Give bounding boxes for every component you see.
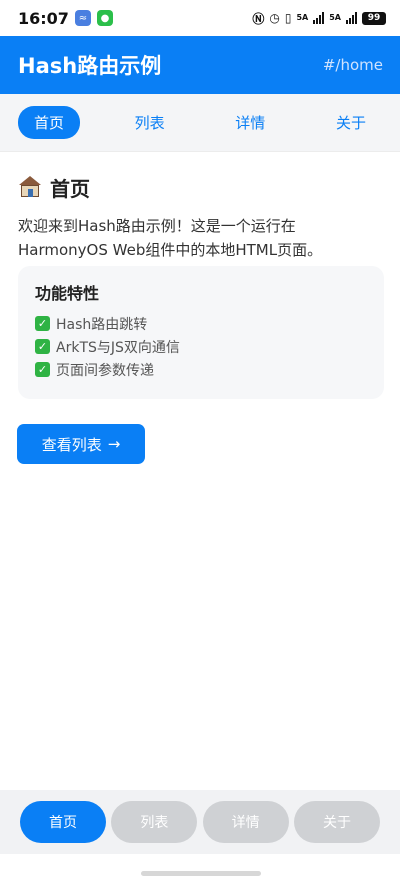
- intro-text: 欢迎来到Hash路由示例！这是一个运行在HarmonyOS Web组件中的本地H…: [18, 217, 323, 259]
- check-icon: ✓: [35, 316, 50, 331]
- status-left: 16:07 ≈ ●: [18, 9, 113, 28]
- bottom-tab-detail[interactable]: 详情: [202, 801, 289, 843]
- top-nav-detail[interactable]: 详情: [219, 106, 281, 139]
- page-title: 首页: [50, 176, 90, 201]
- feature-label: ArkTS与JS双向通信: [56, 339, 180, 356]
- top-nav-list[interactable]: 列表: [119, 106, 181, 139]
- status-bar: 16:07 ≈ ● Ⓝ ◷ ▯ 5A 5A 99: [0, 0, 400, 36]
- bottom-tab-home[interactable]: 首页: [20, 801, 106, 843]
- network-type-label: 5A: [329, 13, 341, 22]
- bottom-tab-list[interactable]: 列表: [111, 801, 198, 843]
- check-icon: ✓: [35, 339, 50, 354]
- alarm-icon: ◷: [269, 11, 280, 25]
- battery-icon: 99: [362, 11, 386, 25]
- vibrate-icon: ▯: [284, 11, 292, 25]
- signal-icon: [313, 12, 325, 24]
- list-item: ✓ ArkTS与JS双向通信: [35, 335, 367, 358]
- top-nav: 首页 列表 详情 关于: [0, 94, 400, 152]
- feature-card: 功能特性 ✓ Hash路由跳转 ✓ ArkTS与JS双向通信 ✓ 页面间参数传递: [18, 266, 384, 399]
- bottom-tab-bar: 首页 列表 详情 关于: [0, 790, 400, 854]
- signal-icon: [346, 12, 357, 24]
- view-list-label: 查看列表: [41, 435, 102, 454]
- house-icon: [18, 176, 42, 198]
- app-title: Hash路由示例: [18, 54, 162, 78]
- top-nav-about[interactable]: 关于: [320, 106, 382, 139]
- nfc-icon: Ⓝ: [252, 11, 265, 26]
- feature-label: 页面间参数传递: [56, 362, 154, 379]
- feature-title: 功能特性: [35, 284, 100, 303]
- current-route: #/home: [322, 56, 383, 74]
- list-item: ✓ Hash路由跳转: [35, 312, 367, 335]
- check-icon: ✓: [35, 362, 50, 377]
- app-notification-icon: ≈: [74, 10, 91, 26]
- status-right: Ⓝ ◷ ▯ 5A 5A 99: [252, 10, 386, 27]
- app-header: Hash路由示例 #/home: [0, 36, 400, 94]
- network-type-label: 5A: [296, 13, 309, 22]
- battery-level: 99: [367, 13, 381, 23]
- bottom-tab-about[interactable]: 关于: [293, 801, 380, 843]
- feature-label: Hash路由跳转: [56, 316, 148, 333]
- gesture-bar[interactable]: [141, 871, 261, 876]
- status-time: 16:07: [18, 8, 69, 28]
- main-content: 首页 欢迎来到Hash路由示例！这是一个运行在HarmonyOS Web组件中的…: [18, 172, 384, 399]
- view-list-button[interactable]: 查看列表 →: [17, 424, 145, 464]
- page-heading: 首页: [18, 172, 384, 202]
- arrow-right-icon: →: [107, 435, 121, 453]
- wechat-icon: ●: [96, 10, 113, 26]
- list-item: ✓ 页面间参数传递: [35, 358, 367, 381]
- top-nav-home[interactable]: 首页: [18, 106, 80, 139]
